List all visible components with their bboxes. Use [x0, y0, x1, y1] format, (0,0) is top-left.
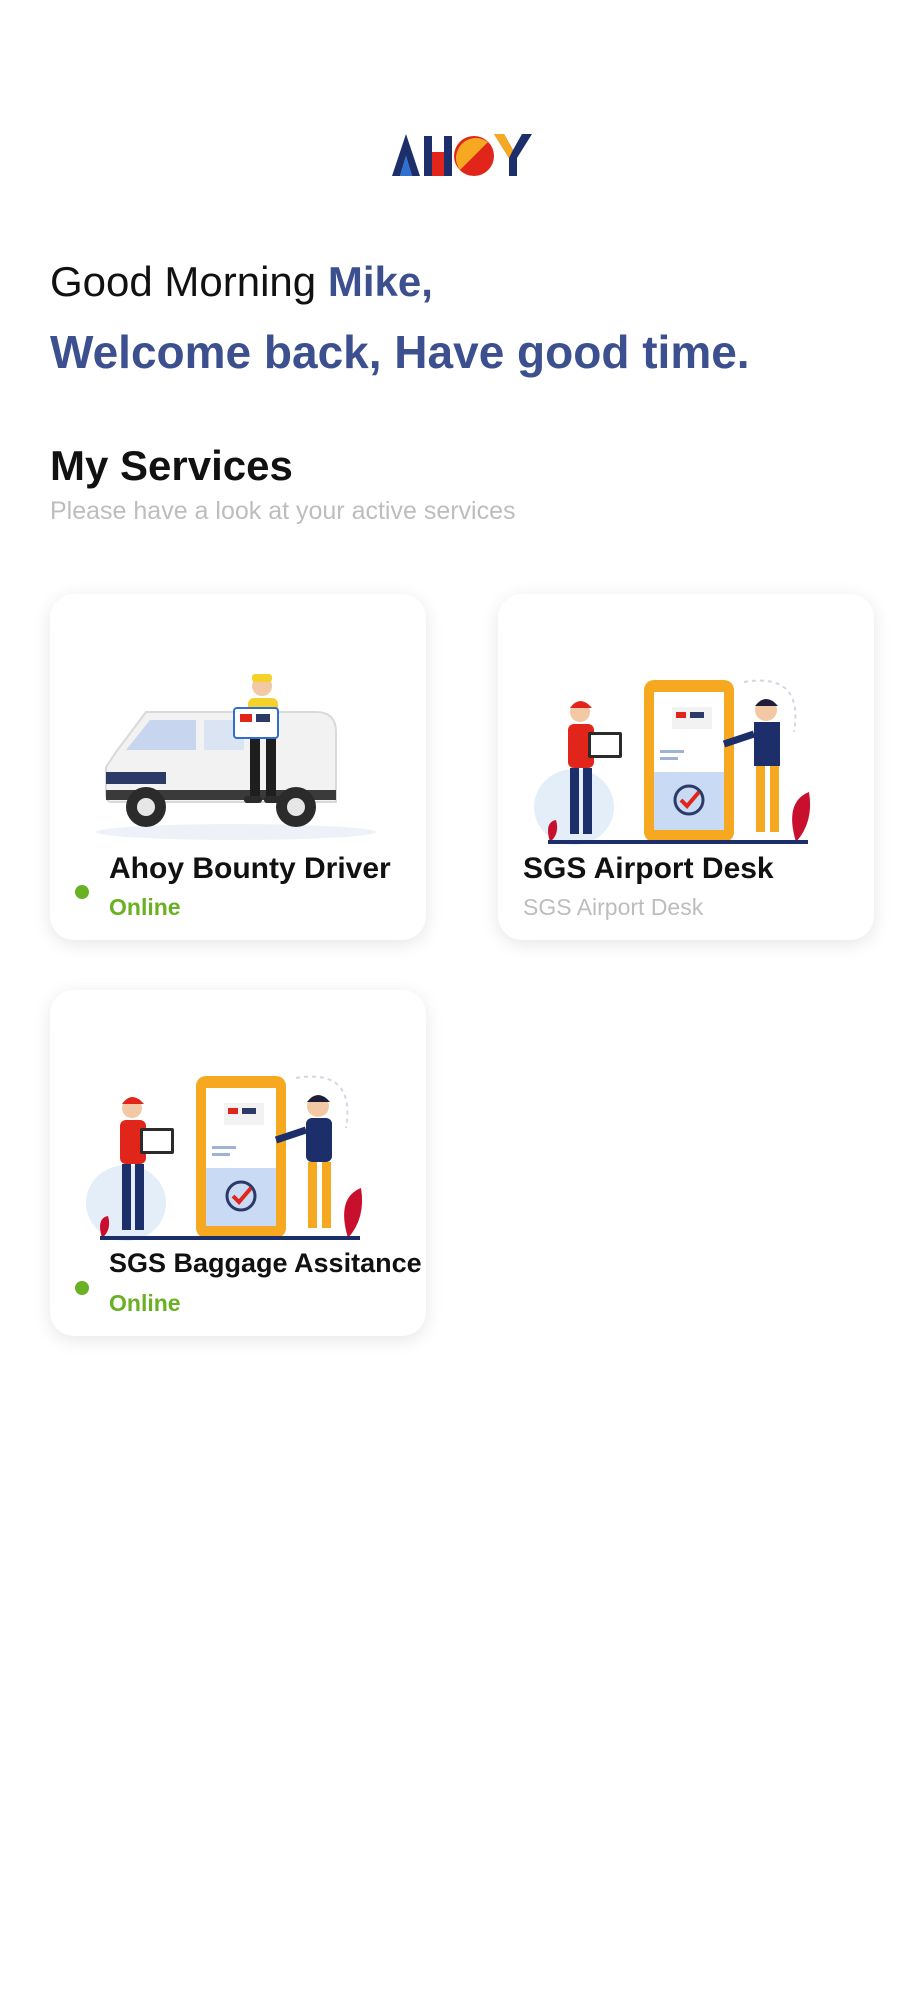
greeting-line: Good Morning Mike, — [50, 258, 433, 306]
airport-desk-illustration — [534, 679, 811, 845]
ahoy-logo-mark — [392, 134, 532, 176]
service-status: Online — [109, 894, 181, 920]
section-subtitle: Please have a look at your active servic… — [50, 497, 516, 525]
service-status: SGS Airport Desk — [523, 894, 704, 920]
delivery-van-illustration — [96, 674, 376, 840]
greeting-prefix: Good Morning — [50, 258, 317, 305]
online-status-dot — [75, 1281, 89, 1295]
section-title: My Services — [50, 442, 293, 489]
online-status-dot — [75, 885, 89, 899]
service-status: Online — [109, 1290, 181, 1316]
service-title: SGS Baggage Assitance — [109, 1248, 422, 1278]
ahoy-logo — [0, 125, 924, 185]
service-card-sgs-airport-desk[interactable]: SGS Airport Desk SGS Airport Desk — [498, 594, 874, 940]
service-card-ahoy-bounty-driver[interactable]: Ahoy Bounty Driver Online — [50, 594, 426, 940]
airport-desk-illustration — [86, 1075, 363, 1241]
service-title: Ahoy Bounty Driver — [109, 852, 391, 885]
service-card-sgs-baggage-assitance[interactable]: SGS Baggage Assitance Online — [50, 990, 426, 1336]
welcome-message: Welcome back, Have good time. — [50, 326, 750, 378]
service-title: SGS Airport Desk — [523, 852, 774, 885]
user-name: Mike, — [327, 258, 433, 305]
